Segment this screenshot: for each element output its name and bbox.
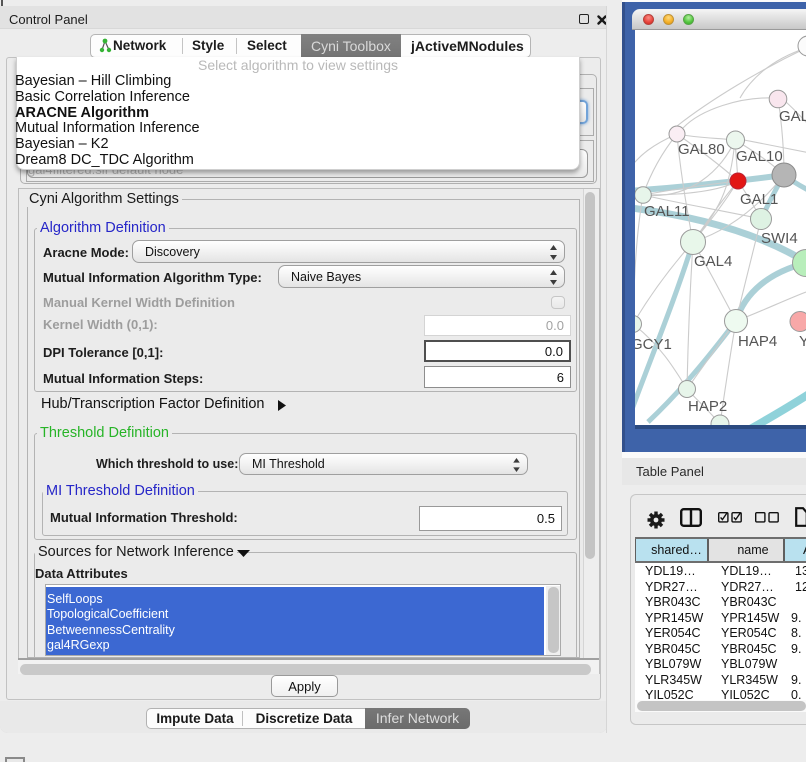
svg-text:YJ: YJ bbox=[799, 333, 806, 350]
svg-text:GAL10: GAL10 bbox=[736, 148, 783, 165]
svg-text:HAP4: HAP4 bbox=[738, 333, 777, 350]
svg-text:GAL11: GAL11 bbox=[644, 203, 690, 220]
svg-text:GAL2: GAL2 bbox=[779, 108, 806, 125]
svg-text:SWI4: SWI4 bbox=[761, 230, 798, 247]
svg-text:GAL80: GAL80 bbox=[678, 141, 725, 158]
svg-text:GAL4: GAL4 bbox=[694, 253, 732, 270]
svg-text:GCY1: GCY1 bbox=[635, 336, 672, 353]
svg-text:HAP2: HAP2 bbox=[688, 398, 727, 415]
svg-text:GAL1: GAL1 bbox=[740, 191, 778, 208]
